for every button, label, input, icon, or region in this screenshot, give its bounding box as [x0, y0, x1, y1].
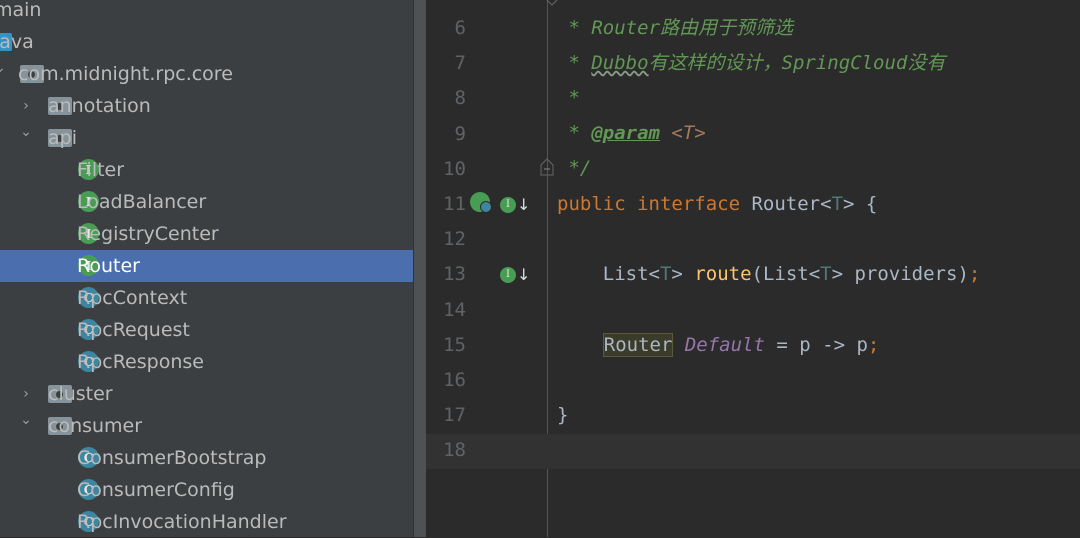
- chevron-down-icon[interactable]: ⌄: [20, 413, 32, 427]
- tree-item-label: RpcInvocationHandler: [77, 511, 287, 533]
- line-number: 10: [443, 157, 466, 180]
- project-tree: main java ⌄ com.midnight.rpc.core › annotatio…: [0, 0, 426, 537]
- code-line-10[interactable]: */: [557, 151, 591, 186]
- code-line-13[interactable]: List<T> route(List<T> providers);: [557, 257, 981, 292]
- sidebar-scrollbar[interactable]: [413, 0, 426, 537]
- tree-item-label: RegistryCenter: [77, 223, 219, 245]
- tree-item-label: api: [48, 127, 77, 149]
- tree-item[interactable]: › cluster: [0, 378, 426, 410]
- tree-item-label: Router: [77, 255, 140, 277]
- code-line-9[interactable]: * @param <T>: [557, 116, 705, 151]
- chevron-right-icon[interactable]: ›: [20, 387, 32, 401]
- tree-item-label: consumer: [48, 415, 143, 437]
- tree-item[interactable]: main: [0, 0, 426, 26]
- line-number: 15: [443, 333, 466, 356]
- code-line-8[interactable]: *: [557, 81, 579, 116]
- tree-item[interactable]: C RpcContext: [0, 282, 426, 314]
- implemented-method-icon[interactable]: I ↓: [500, 265, 530, 287]
- tree-item[interactable]: ⌄ consumer: [0, 410, 426, 442]
- tree-item[interactable]: ⌄ api: [0, 122, 426, 154]
- line-number: 9: [454, 122, 466, 145]
- tree-item[interactable]: I Router: [0, 250, 426, 282]
- tree-item-label: java: [0, 31, 34, 53]
- line-number: 12: [443, 228, 466, 251]
- tree-item[interactable]: I LoadBalancer: [0, 186, 426, 218]
- tree-item-label: com.midnight.rpc.core: [18, 63, 233, 85]
- line-number: 17: [443, 404, 466, 427]
- tree-item-label: RpcRequest: [77, 319, 190, 341]
- fold-end-icon[interactable]: [546, 0, 558, 8]
- line-number: 16: [443, 369, 466, 391]
- tree-item-label: ConsumerConfig: [77, 479, 235, 501]
- tree-item[interactable]: C RpcInvocationHandler: [0, 506, 426, 538]
- tree-item-label: LoadBalancer: [77, 191, 207, 213]
- code-line-15[interactable]: Router Default = p -> p;: [557, 328, 879, 363]
- line-number: 11: [443, 193, 466, 215]
- line-number: 13: [443, 263, 466, 286]
- tree-item[interactable]: C RpcRequest: [0, 314, 426, 346]
- tree-item-label: annotation: [48, 95, 151, 117]
- code-line-11[interactable]: public interface Router<T> {: [557, 187, 877, 222]
- tree-item-label: RpcResponse: [77, 351, 204, 373]
- tree-item-label: ConsumerBootstrap: [77, 447, 267, 469]
- fold-start-icon[interactable]: [540, 158, 554, 176]
- line-number: 8: [454, 87, 466, 110]
- implements-interface-icon[interactable]: I ↓: [500, 195, 530, 217]
- code-line-17[interactable]: }: [557, 398, 568, 433]
- code-line-7[interactable]: * Dubbo有这样的设计，SpringCloud没有: [557, 46, 945, 81]
- tree-item-label: cluster: [48, 383, 113, 405]
- tree-item[interactable]: C RpcResponse: [0, 346, 426, 378]
- tree-item-label: main: [0, 0, 42, 21]
- tree-item[interactable]: C ConsumerBootstrap: [0, 442, 426, 474]
- tree-item[interactable]: I Filter: [0, 154, 426, 186]
- line-number: 14: [443, 298, 466, 321]
- tree-item[interactable]: ⌄ com.midnight.rpc.core: [0, 58, 426, 90]
- line-number: 6: [454, 17, 466, 39]
- current-line-highlight: [426, 434, 1080, 469]
- tree-item[interactable]: I RegistryCenter: [0, 218, 426, 250]
- chevron-down-icon[interactable]: ⌄: [20, 125, 32, 139]
- tree-item[interactable]: › annotation: [0, 90, 426, 122]
- chevron-right-icon[interactable]: ›: [20, 99, 32, 113]
- implemented-by-icon[interactable]: [470, 192, 494, 216]
- tree-item[interactable]: C ConsumerConfig: [0, 474, 426, 506]
- line-number: 7: [454, 52, 466, 75]
- tree-item-label: RpcContext: [77, 287, 188, 309]
- chevron-down-icon[interactable]: ⌄: [0, 61, 6, 75]
- line-number: 18: [443, 439, 466, 462]
- code-line-6[interactable]: * Router路由用于预筛选: [557, 11, 793, 46]
- tree-item[interactable]: java: [0, 26, 426, 58]
- tree-item-label: Filter: [77, 159, 125, 181]
